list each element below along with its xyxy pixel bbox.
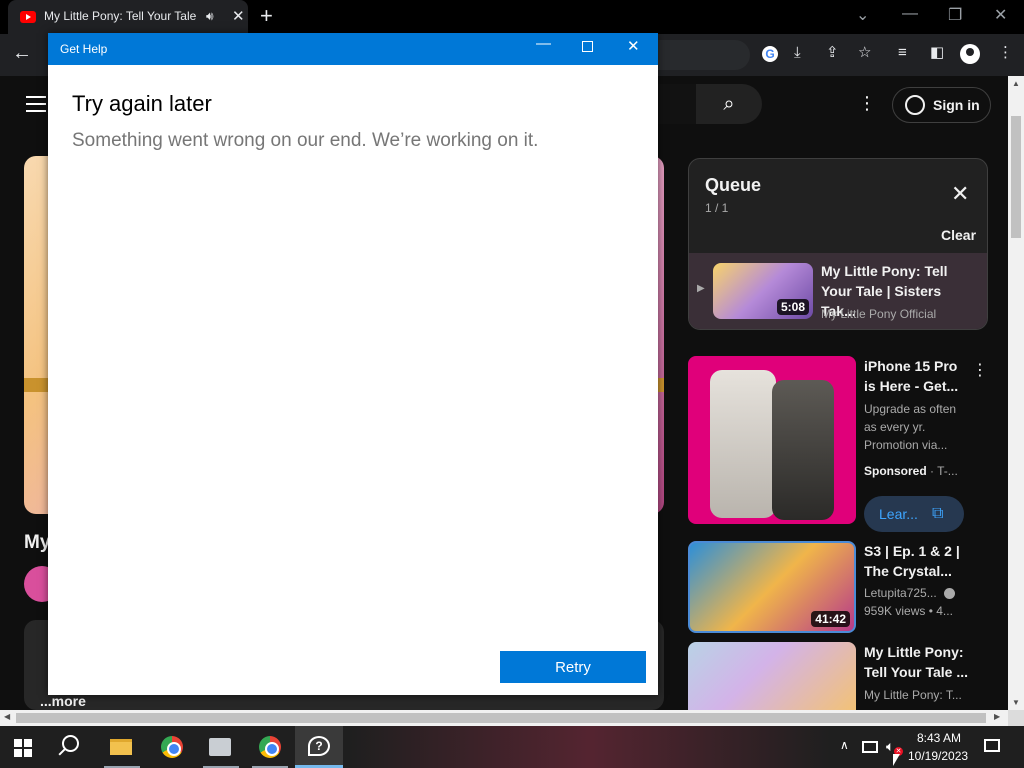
sign-in-button[interactable]: Sign in — [892, 87, 991, 123]
back-arrow-icon[interactable]: ← — [12, 42, 32, 65]
scroll-up-icon[interactable]: ▲ — [1012, 79, 1020, 88]
scroll-down-icon[interactable]: ▼ — [1012, 698, 1020, 707]
ad-learn-more-button[interactable]: Lear... ⧉ — [864, 496, 964, 532]
clock-time[interactable]: 8:43 AM — [916, 731, 962, 745]
chrome-button[interactable] — [148, 726, 196, 768]
recommendation-thumbnail[interactable] — [688, 642, 856, 710]
tab-audio-icon[interactable]: 🔊︎ — [206, 9, 214, 24]
video-title: My — [24, 532, 51, 553]
ad-menu-icon[interactable]: ⋮ — [972, 360, 988, 380]
settings-kebab-icon[interactable]: ⋮ — [858, 94, 876, 112]
queue-panel: Queue 1 / 1 ✕ Clear ▶ 5:08 My Little Pon… — [688, 158, 988, 330]
windows-taskbar: ? ∧ 🔈︎ ✕ 8:43 AM 10/19/2023 — [0, 726, 1024, 768]
search-icon: ⌕ — [723, 93, 735, 115]
new-tab-button[interactable]: + — [260, 4, 273, 28]
browser-close-button[interactable]: ✕ — [994, 5, 1007, 25]
recommendation-channel: Letupita725... — [864, 586, 937, 600]
recommendation-title[interactable]: S3 | Ep. 1 & 2 | The Crystal... — [864, 541, 974, 581]
queue-item[interactable]: ▶ 5:08 My Little Pony: Tell Your Tale | … — [689, 253, 987, 329]
profile-avatar-icon[interactable] — [960, 44, 980, 64]
mouse-cursor-icon — [893, 754, 900, 766]
browser-restore-button[interactable]: ❐ — [948, 5, 962, 25]
chrome-menu-icon[interactable]: ⋮ — [998, 45, 1013, 61]
sign-in-label: Sign in — [933, 97, 980, 113]
error-heading: Try again later — [72, 91, 212, 116]
desktop-screen: My Little Pony: Tell Your Tale 🔊︎ ✕ + ⌄ … — [0, 0, 1024, 768]
external-link-icon: ⧉ — [932, 505, 944, 522]
scroll-right-icon[interactable]: ▶ — [994, 712, 1000, 721]
now-playing-icon: ▶ — [697, 283, 705, 294]
description-more-link[interactable]: ...more — [40, 693, 86, 709]
queue-title: Queue — [705, 175, 762, 195]
search-button[interactable]: ⌕ — [696, 84, 762, 124]
chrome-profile-icon — [259, 736, 281, 758]
scrollbar-thumb[interactable] — [1011, 116, 1021, 238]
retry-button[interactable]: Retry — [500, 651, 646, 683]
verified-badge-icon — [944, 588, 955, 599]
dialog-maximize-button[interactable] — [582, 41, 593, 52]
file-explorer-icon — [110, 739, 132, 755]
chrome-icon — [161, 736, 183, 758]
scrollbar-corner — [1008, 710, 1024, 726]
dialog-title-bar[interactable]: Get Help — ✕ — [48, 33, 658, 65]
duration-badge: 5:08 — [776, 299, 809, 315]
dialog-close-button[interactable]: ✕ — [627, 38, 640, 56]
youtube-favicon-icon — [20, 11, 36, 23]
browser-minimize-button[interactable]: — — [902, 5, 918, 23]
start-icon[interactable] — [14, 739, 32, 757]
tray-overflow-icon[interactable]: ∧ — [840, 738, 849, 752]
search-input[interactable] — [656, 84, 698, 124]
get-help-icon: ? — [308, 736, 330, 756]
tab-title: My Little Pony: Tell Your Tale — [44, 9, 197, 23]
duration-badge: 41:42 — [811, 611, 850, 627]
recommendation-title[interactable]: My Little Pony: Tell Your Tale ... — [864, 642, 974, 682]
queue-position: 1 / 1 — [705, 201, 729, 215]
horizontal-scrollbar[interactable]: ◀ ▶ — [0, 710, 1008, 726]
app-icon — [209, 738, 231, 756]
recommendation-thumbnail[interactable]: 41:42 — [688, 541, 856, 633]
file-explorer-button[interactable] — [98, 726, 146, 768]
vertical-scrollbar[interactable]: ▲ ▼ — [1008, 76, 1024, 710]
ad-title[interactable]: iPhone 15 Pro is Here - Get... — [864, 356, 964, 396]
error-message: Something went wrong on our end. We’re w… — [72, 130, 539, 151]
browser-tab[interactable]: My Little Pony: Tell Your Tale 🔊︎ ✕ — [8, 0, 248, 34]
get-help-window: Get Help — ✕ Try again later Something w… — [48, 33, 658, 695]
queue-item-thumbnail[interactable]: 5:08 — [713, 263, 813, 319]
ad-cta-label: Lear... — [879, 506, 918, 522]
notification-icon[interactable] — [984, 739, 1000, 752]
account-icon — [905, 95, 925, 115]
dialog-minimize-button[interactable]: — — [536, 35, 551, 53]
clock-date[interactable]: 10/19/2023 — [908, 749, 968, 763]
queue-clear-button[interactable]: Clear — [941, 227, 976, 243]
browser-tab-strip: My Little Pony: Tell Your Tale 🔊︎ ✕ + ⌄ … — [0, 0, 1024, 34]
queue-item-channel: My Little Pony Official — [821, 307, 937, 321]
tab-search-icon[interactable]: ⌄ — [856, 5, 869, 25]
media-controls-icon[interactable]: ≡ — [898, 45, 907, 61]
bookmark-star-icon[interactable]: ☆ — [858, 45, 871, 61]
ad-sponsored-label: Sponsored · T-... — [864, 464, 958, 478]
network-icon[interactable] — [862, 741, 878, 753]
queue-close-icon[interactable]: ✕ — [951, 183, 969, 205]
dialog-title: Get Help — [60, 42, 108, 56]
tab-close-icon[interactable]: ✕ — [232, 7, 245, 25]
get-help-taskbar-button[interactable]: ? — [295, 726, 343, 768]
side-panel-icon[interactable]: ◧ — [930, 45, 944, 61]
scrollbar-thumb[interactable] — [16, 713, 986, 723]
ad-thumbnail[interactable] — [688, 356, 856, 524]
google-lens-icon[interactable]: G — [762, 46, 778, 62]
app-button[interactable] — [197, 726, 245, 768]
share-icon[interactable]: ⇪ — [826, 45, 839, 61]
install-app-icon[interactable]: ⤓ — [794, 45, 801, 61]
chrome-profile-button[interactable] — [246, 726, 294, 768]
recommendation-channel: My Little Pony: T... — [864, 688, 962, 702]
hamburger-menu-icon[interactable] — [26, 96, 46, 117]
search-icon[interactable] — [62, 735, 79, 752]
ad-description: Upgrade as often as every yr. Promotion … — [864, 402, 957, 452]
recommendation-meta: 959K views • 4... — [864, 604, 953, 618]
scroll-left-icon[interactable]: ◀ — [4, 712, 10, 721]
